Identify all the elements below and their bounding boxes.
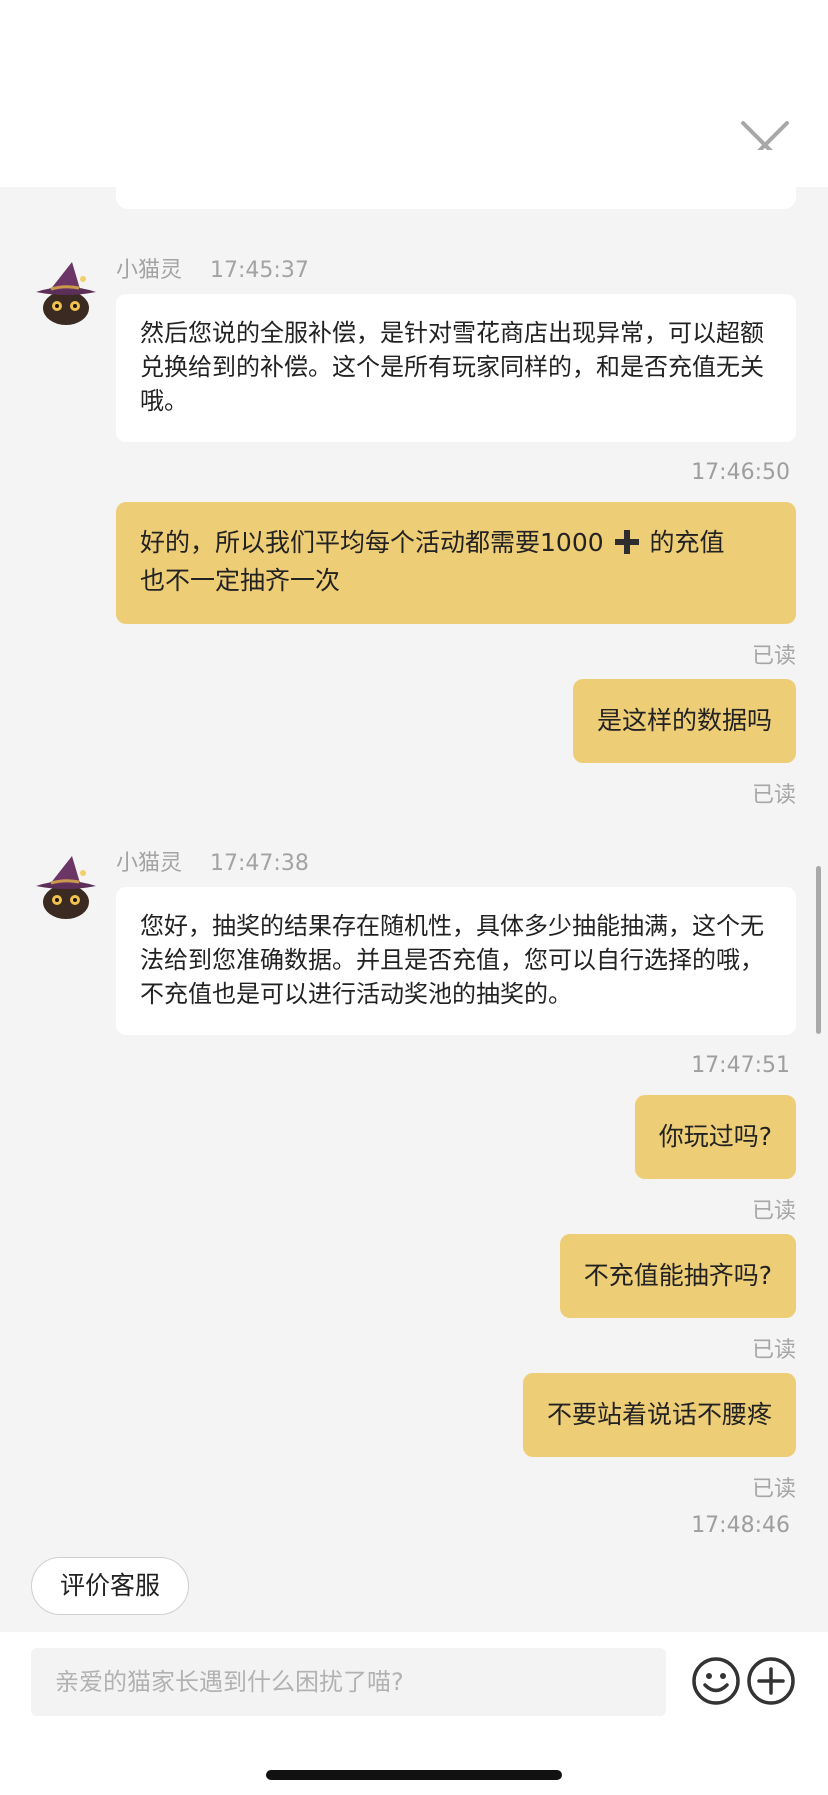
read-receipt: 已读 <box>751 1477 796 1502</box>
agent-message-bubble: 然后您说的全服补偿，是针对雪花商店出现异常，可以超额兑换给到的补偿。这个是所有玩… <box>116 294 796 442</box>
rate-service-button[interactable]: 评价客服 <box>31 1557 189 1615</box>
cat-witch-avatar <box>36 856 96 919</box>
message-text: 的充值 <box>649 528 725 557</box>
message-input[interactable] <box>31 1648 666 1716</box>
cat-witch-avatar <box>36 262 96 325</box>
user-message-bubble: 是这样的数据吗 <box>572 679 796 763</box>
message-time: 17:47:38 <box>210 851 309 876</box>
read-receipt: 已读 <box>751 1199 796 1224</box>
sender-meta: 小猫灵 17:45:37 <box>116 252 309 284</box>
user-message-bubble: 不要站着说话不腰疼 <box>522 1373 796 1457</box>
sender-name: 小猫灵 <box>116 258 183 283</box>
sender-name: 小猫灵 <box>116 851 183 876</box>
read-receipt: 已读 <box>751 783 796 808</box>
previous-message-bubble <box>116 150 796 209</box>
user-message-bubble: 不充值能抽齐吗? <box>559 1234 796 1318</box>
message-time: 17:45:37 <box>210 258 309 283</box>
emoji-icon[interactable] <box>691 1656 741 1706</box>
timestamp: 17:47:51 <box>691 1053 790 1078</box>
user-message-bubble: 你玩过吗? <box>634 1095 796 1179</box>
plus-icon[interactable] <box>746 1656 796 1706</box>
sender-meta: 小猫灵 17:47:38 <box>116 845 309 877</box>
plus-emoji-icon <box>614 530 639 554</box>
agent-message-bubble: 您好，抽奖的结果存在随机性，具体多少抽能抽满，这个无法给到您准确数据。并且是否充… <box>116 887 796 1035</box>
scrollbar[interactable] <box>816 866 821 1034</box>
read-receipt: 已读 <box>751 1338 796 1363</box>
message-text: 好的，所以我们平均每个活动都需要1000 <box>140 528 604 557</box>
timestamp: 17:46:50 <box>691 460 790 485</box>
timestamp: 17:48:46 <box>691 1513 790 1538</box>
read-receipt: 已读 <box>751 644 796 669</box>
user-message-bubble: 好的，所以我们平均每个活动都需要1000 的充值 也不一定抽齐一次 <box>116 502 796 624</box>
home-indicator <box>266 1770 562 1780</box>
message-text: 也不一定抽齐一次 <box>140 566 341 595</box>
